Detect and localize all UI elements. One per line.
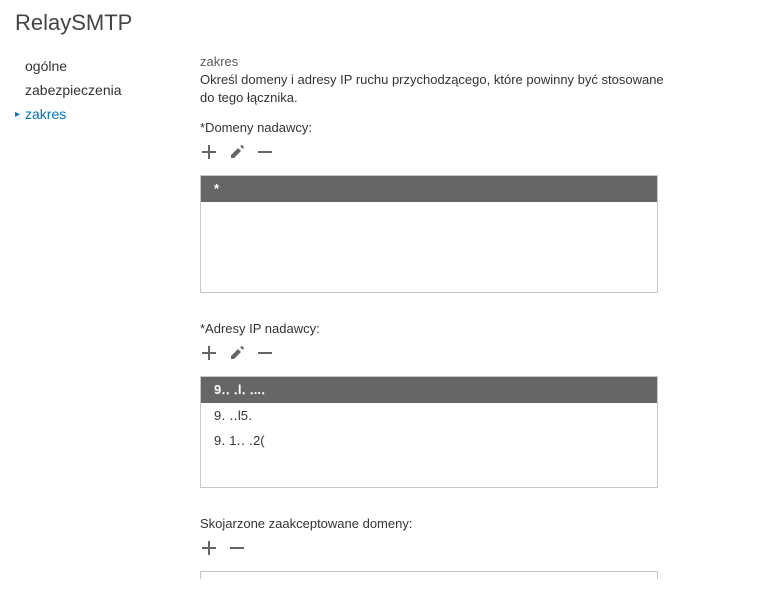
remove-button[interactable] (256, 344, 274, 362)
domains-toolbar (200, 143, 670, 161)
sidebar-item-label: zakres (25, 106, 66, 122)
domains-label: *Domeny nadawcy: (200, 120, 670, 135)
minus-icon (257, 144, 273, 160)
remove-button[interactable] (228, 539, 246, 557)
minus-icon (229, 540, 245, 556)
edit-button[interactable] (228, 344, 246, 362)
list-item[interactable]: 9․ 1․․ ․2( (201, 428, 657, 454)
plus-icon (201, 144, 217, 160)
plus-icon (201, 540, 217, 556)
caret-right-icon: ▸ (15, 109, 25, 120)
plus-icon (201, 345, 217, 361)
sidebar-item-ogolne[interactable]: ogólne (15, 54, 190, 78)
remove-button[interactable] (256, 143, 274, 161)
section-desc: Określ domeny i adresy IP ruchu przychod… (200, 71, 670, 106)
sidebar-item-label: zabezpieczenia (25, 82, 122, 98)
add-button[interactable] (200, 344, 218, 362)
ips-label: *Adresy IP nadawcy: (200, 321, 670, 336)
ips-toolbar (200, 344, 670, 362)
sidebar-item-zakres[interactable]: ▸ zakres (15, 102, 190, 126)
ips-list[interactable]: 9․․ ․l․ ․..․ 9․ ․․l5․ 9․ 1․․ ․2( (200, 376, 658, 488)
list-item[interactable]: 9․ ․․l5․ (201, 403, 657, 429)
list-item[interactable]: * (201, 176, 657, 202)
edit-button[interactable] (228, 143, 246, 161)
main-panel: zakres Określ domeny i adresy IP ruchu p… (200, 54, 670, 579)
pencil-icon (229, 345, 245, 361)
sidebar-item-zabezpieczenia[interactable]: zabezpieczenia (15, 78, 190, 102)
sidebar-item-label: ogólne (25, 58, 67, 74)
minus-icon (257, 345, 273, 361)
associated-toolbar (200, 539, 670, 557)
section-heading: zakres (200, 54, 670, 69)
sidebar: ogólne zabezpieczenia ▸ zakres (15, 54, 190, 579)
add-button[interactable] (200, 539, 218, 557)
page-title: RelaySMTP (15, 10, 758, 36)
list-item[interactable]: 9․․ ․l․ ․..․ (201, 377, 657, 403)
associated-label: Skojarzone zaakceptowane domeny: (200, 516, 670, 531)
associated-list[interactable] (200, 571, 658, 579)
pencil-icon (229, 144, 245, 160)
add-button[interactable] (200, 143, 218, 161)
domains-list[interactable]: * (200, 175, 658, 293)
